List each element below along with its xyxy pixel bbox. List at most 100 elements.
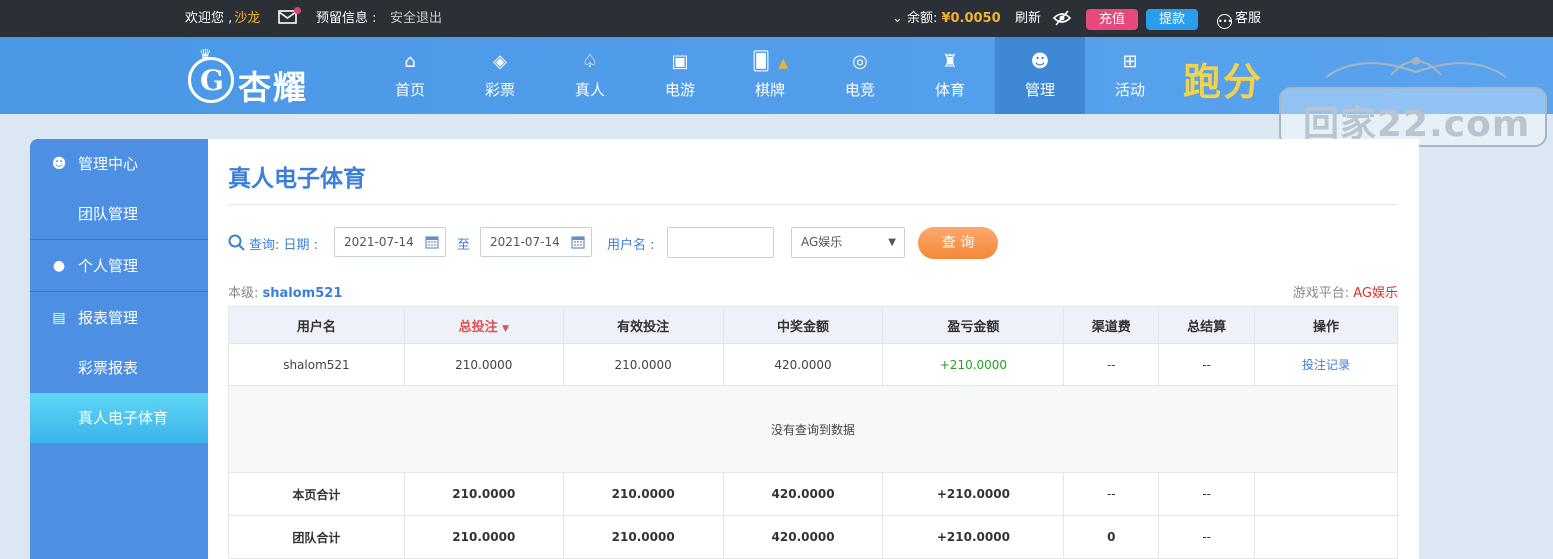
date-to-input[interactable]: 2021-07-14 bbox=[480, 227, 592, 257]
platform-select[interactable]: AG娱乐 ▼ bbox=[791, 227, 905, 258]
cell-channel-fee: 0 bbox=[1063, 515, 1160, 559]
mail-icon[interactable] bbox=[278, 7, 301, 27]
trophy-icon: ♜ bbox=[941, 51, 959, 72]
query-text: 查询: bbox=[249, 238, 280, 253]
withdraw-button[interactable]: 提款 bbox=[1146, 9, 1198, 30]
query-button[interactable]: 查 询 bbox=[918, 227, 998, 259]
chevron-down-icon[interactable]: ⌄ bbox=[892, 11, 903, 26]
nav-slots[interactable]: ▣ 电游 bbox=[635, 37, 725, 114]
column-header-sorted[interactable]: 总投注 ▼ bbox=[403, 306, 564, 344]
logo-initial: G bbox=[200, 64, 224, 97]
empty-row: 没有查询到数据 bbox=[228, 385, 1398, 473]
gamepad-icon: ◎ bbox=[852, 51, 868, 72]
sidebar-item-label: 真人电子体育 bbox=[78, 409, 169, 427]
hide-eye-icon[interactable] bbox=[1052, 0, 1072, 37]
platform-info: 游戏平台: AG娱乐 bbox=[1293, 282, 1398, 301]
nav-manage[interactable]: ☻ 管理 bbox=[995, 37, 1085, 114]
sidebar-item-label: 管理中心 bbox=[78, 155, 139, 173]
empty-message: 没有查询到数据 bbox=[228, 385, 1398, 473]
sidebar-item-reports[interactable]: ▤ 报表管理 bbox=[30, 293, 208, 343]
nav-label: 活动 bbox=[1114, 81, 1145, 99]
users-icon: ☻ bbox=[1030, 51, 1050, 72]
date-from-input[interactable]: 2021-07-14 bbox=[334, 227, 446, 257]
logout-link[interactable]: 安全退出 bbox=[390, 0, 442, 37]
cell-channel-fee: -- bbox=[1063, 472, 1160, 516]
cell-total-bet: 210.0000 bbox=[403, 343, 564, 386]
bet-record-link[interactable]: 投注记录 bbox=[1254, 343, 1398, 386]
calendar-icon[interactable] bbox=[571, 235, 585, 249]
date-to-value: 2021-07-14 bbox=[490, 235, 560, 249]
notification-dot bbox=[294, 7, 301, 14]
cell-profit: +210.0000 bbox=[882, 472, 1065, 516]
username[interactable]: 沙龙 bbox=[234, 11, 260, 26]
nav-esports[interactable]: ◎ 电竞 bbox=[815, 37, 905, 114]
sidebar-item-management-center[interactable]: ☻ 管理中心 bbox=[30, 139, 208, 189]
sidebar-divider bbox=[30, 291, 208, 292]
column-header: 中奖金额 bbox=[722, 306, 884, 344]
users-icon: ☻ bbox=[51, 156, 67, 172]
cell-valid-bet: 210.0000 bbox=[562, 343, 724, 386]
level-value[interactable]: shalom521 bbox=[263, 286, 343, 301]
date-from-value: 2021-07-14 bbox=[344, 235, 414, 249]
nav-activity[interactable]: ⊞ 活动 bbox=[1085, 37, 1175, 114]
date-label: 日期 : bbox=[283, 238, 319, 253]
chat-icon: ••• bbox=[1217, 14, 1232, 29]
username-input[interactable] bbox=[667, 227, 774, 258]
sidebar-divider bbox=[30, 239, 208, 240]
ornament-icon bbox=[1325, 57, 1507, 78]
cell-total-bet: 210.0000 bbox=[403, 472, 564, 516]
cell-settle: -- bbox=[1158, 472, 1256, 516]
sidebar-item-live-sports-report[interactable]: 真人电子体育 bbox=[30, 393, 208, 443]
chevron-down-icon: ▼ bbox=[888, 237, 896, 248]
platform-label: 游戏平台: bbox=[1292, 286, 1350, 301]
nav-label: 体育 bbox=[934, 81, 965, 99]
sidebar-item-label: 团队管理 bbox=[78, 205, 139, 223]
sidebar-item-lottery-report[interactable]: 彩票报表 bbox=[30, 343, 208, 393]
main-content: 真人电子体育 查询: 日期 : 2021-07-14 至 2021-07-14 … bbox=[208, 139, 1419, 559]
info-row: 本级: shalom521 游戏平台: AG娱乐 bbox=[228, 282, 1398, 301]
nav-live[interactable]: ♤ 真人 bbox=[545, 37, 635, 114]
cell-label: 团队合计 bbox=[228, 515, 405, 559]
sidebar-item-label: 报表管理 bbox=[78, 309, 139, 327]
report-table: 用户名 总投注 ▼ 有效投注 中奖金额 盈亏金额 渠道费 总结算 操作 shal… bbox=[228, 306, 1398, 559]
cell-win: 420.0000 bbox=[722, 472, 884, 516]
logo-emblem: G bbox=[188, 57, 234, 103]
cell-profit: +210.0000 bbox=[882, 343, 1065, 386]
sidebar: ☻ 管理中心 团队管理 ● 个人管理 ▤ 报表管理 彩票报表 真人电子体育 bbox=[30, 139, 208, 559]
recharge-button[interactable]: 充值 bbox=[1086, 9, 1138, 30]
promo-banner[interactable]: 跑分 bbox=[1183, 51, 1263, 106]
cell-empty bbox=[1254, 515, 1398, 559]
column-header: 渠道费 bbox=[1063, 306, 1160, 344]
title-divider bbox=[228, 204, 1398, 205]
site-logo[interactable]: ♛ G 杏耀 bbox=[186, 47, 336, 107]
cell-win: 420.0000 bbox=[722, 343, 884, 386]
lottery-icon: ◈ bbox=[493, 51, 507, 72]
nav-label: 彩票 bbox=[484, 81, 515, 99]
nav-sports[interactable]: ♜ 体育 bbox=[905, 37, 995, 114]
refresh-link[interactable]: 刷新 bbox=[1015, 0, 1041, 37]
cell-user: shalom521 bbox=[228, 343, 405, 386]
sidebar-item-personal[interactable]: ● 个人管理 bbox=[30, 241, 208, 291]
nav-label: 首页 bbox=[394, 81, 425, 99]
sidebar-item-label: 彩票报表 bbox=[78, 359, 139, 377]
sidebar-item-label: 个人管理 bbox=[78, 257, 139, 275]
report-icon: ▤ bbox=[52, 310, 66, 326]
cell-valid-bet: 210.0000 bbox=[562, 472, 724, 516]
cell-settle: -- bbox=[1158, 343, 1256, 386]
service-label: 客服 bbox=[1235, 11, 1262, 26]
card-icon: 🂠 ▲ bbox=[751, 51, 789, 72]
cell-valid-bet: 210.0000 bbox=[562, 515, 724, 559]
nav-home[interactable]: ⌂ 首页 bbox=[365, 37, 455, 114]
sidebar-item-team-management[interactable]: 团队管理 bbox=[30, 189, 208, 239]
nav-label: 真人 bbox=[574, 81, 605, 99]
calendar-icon[interactable] bbox=[425, 235, 439, 249]
nav-label: 管理 bbox=[1024, 81, 1055, 99]
customer-service-link[interactable]: ••• 客服 bbox=[1217, 0, 1261, 37]
nav-lottery[interactable]: ◈ 彩票 bbox=[455, 37, 545, 114]
fire-icon: ▲ bbox=[778, 56, 789, 71]
nav-chess[interactable]: 🂠 ▲ 棋牌 bbox=[725, 37, 815, 114]
platform-value: AG娱乐 bbox=[1353, 286, 1398, 301]
page-total-row: 本页合计 210.0000 210.0000 420.0000 +210.000… bbox=[228, 472, 1398, 516]
watermark: 回家22.com bbox=[1279, 57, 1547, 147]
cell-settle: -- bbox=[1158, 515, 1256, 559]
